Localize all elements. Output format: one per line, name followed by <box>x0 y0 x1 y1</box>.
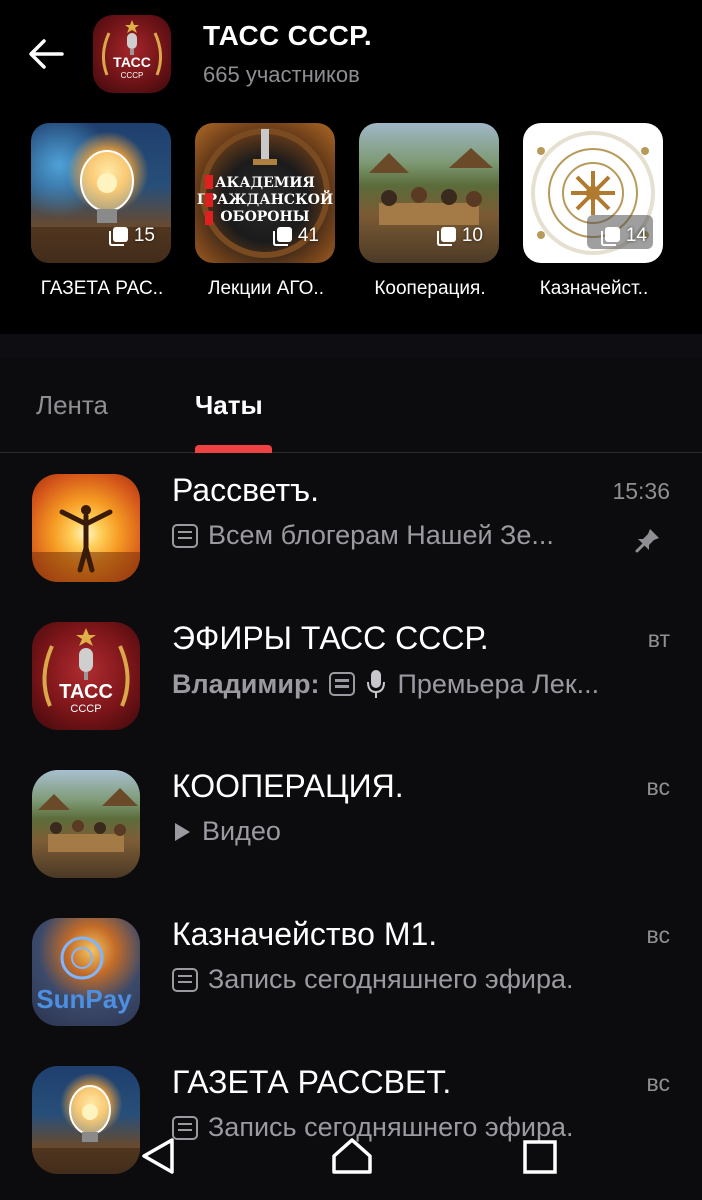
play-icon <box>175 822 190 841</box>
chat-title: Рассветъ. <box>172 472 319 508</box>
svg-text:ОБОРОНЫ: ОБОРОНЫ <box>220 209 309 225</box>
album-label: Лекции АГО.. <box>208 278 324 299</box>
nav-recents-button[interactable] <box>520 1134 560 1183</box>
album-photo-count: 14 <box>600 225 647 247</box>
album-cover: 14 <box>523 123 663 263</box>
chat-avatar: SunPay <box>32 918 140 1026</box>
svg-text:ГРАЖДАНСКОЙ: ГРАЖДАНСКОЙ <box>197 189 333 208</box>
sunrise-figure-icon <box>32 505 140 582</box>
village-scene-icon <box>38 788 138 852</box>
pin-icon <box>635 529 659 553</box>
chat-time: вт <box>647 626 670 652</box>
chat-title: КООПЕРАЦИЯ. <box>172 768 404 804</box>
chat-avatar <box>32 770 140 878</box>
album-lectures[interactable]: АКАДЕМИЯ ГРАЖДАНСКОЙ ОБОРОНЫ 41 Лекции А… <box>195 123 335 300</box>
chat-preview: Всем блогерам Нашей Зе... <box>172 520 642 551</box>
chat-time: вс <box>646 774 670 800</box>
tass-emblem-icon: ТАСС СССР <box>102 20 162 80</box>
sunpay-logo-icon: SunPay <box>36 936 132 1014</box>
album-cover: 10 <box>359 123 499 263</box>
album-label: Кооперация. <box>374 278 486 299</box>
nav-back-button[interactable] <box>138 1134 178 1183</box>
album-label: ГАЗЕТА РАС.. <box>40 278 164 299</box>
member-count[interactable]: 665 участников <box>203 62 360 88</box>
photo-stack-icon <box>108 227 128 246</box>
chat-item[interactable]: ТАСС СССР ЭФИРЫ ТАСС СССР. вт Владимир: … <box>0 602 702 750</box>
chat-time: вс <box>646 922 670 948</box>
message-sender: Владимир: <box>172 668 320 699</box>
chat-avatar <box>32 474 140 582</box>
document-icon <box>329 672 356 696</box>
album-cover: АКАДЕМИЯ ГРАЖДАНСКОЙ ОБОРОНЫ 41 <box>195 123 335 263</box>
chat-item[interactable]: Рассветъ. 15:36 Всем блогерам Нашей Зе..… <box>0 454 702 602</box>
chat-title: ГАЗЕТА РАССВЕТ. <box>172 1064 452 1100</box>
album-treasury[interactable]: 14 Казначейст.. <box>523 123 663 300</box>
document-icon <box>172 967 198 992</box>
chat-avatar: ТАСС СССР <box>32 622 140 730</box>
svg-text:ТАСС: ТАСС <box>59 681 113 703</box>
group-avatar[interactable]: ТАСС СССР <box>93 15 171 93</box>
active-tab-indicator <box>195 445 272 453</box>
triangle-back-icon <box>142 1138 174 1174</box>
chat-preview: Запись сегодняшнего эфира. <box>172 964 642 995</box>
chat-time: вс <box>646 1070 670 1096</box>
tab-feed[interactable]: Лента <box>36 390 108 421</box>
album-photo-count: 10 <box>436 225 483 247</box>
svg-text:SunPay: SunPay <box>36 984 132 1014</box>
square-recents-icon <box>523 1140 557 1174</box>
album-cover: 15 <box>31 123 171 263</box>
chat-preview: Видео <box>172 816 642 847</box>
chat-item[interactable]: КООПЕРАЦИЯ. вс Видео <box>0 750 702 898</box>
nav-home-button[interactable] <box>330 1134 374 1183</box>
svg-text:ТАСС: ТАСС <box>113 54 151 70</box>
album-photo-count: 15 <box>108 225 155 247</box>
tab-bar: Лента Чаты <box>0 358 702 453</box>
svg-text:АКАДЕМИЯ: АКАДЕМИЯ <box>215 175 315 191</box>
back-button[interactable] <box>22 30 70 78</box>
album-label: Казначейст.. <box>539 278 649 299</box>
microphone-icon <box>367 670 386 698</box>
chat-preview: Владимир: Премьера Лек... <box>172 668 600 699</box>
system-navigation-bar <box>0 1118 702 1200</box>
document-icon <box>172 523 198 548</box>
svg-text:СССР: СССР <box>121 71 144 80</box>
album-photo-count: 41 <box>272 225 319 247</box>
chat-title: ЭФИРЫ ТАСС СССР. <box>172 620 489 656</box>
group-header: ТАСС СССР ТАСС СССР. 665 участников 15 Г… <box>0 0 702 334</box>
album-cooperation[interactable]: 10 Кооперация. <box>359 123 499 300</box>
tass-emblem-icon: ТАСС СССР <box>42 628 130 715</box>
svg-text:СССР: СССР <box>70 703 101 715</box>
photo-stack-icon <box>436 227 456 246</box>
section-divider <box>0 334 702 358</box>
arrow-left-icon <box>29 39 64 69</box>
photo-stack-icon <box>272 227 292 246</box>
chat-title: Казначейство М1. <box>172 916 438 952</box>
group-title: ТАСС СССР. <box>203 20 373 51</box>
chat-time: 15:36 <box>612 478 670 504</box>
tab-chats[interactable]: Чаты <box>195 390 263 421</box>
photo-stack-icon <box>600 227 620 246</box>
album-gazeta[interactable]: 15 ГАЗЕТА РАС.. <box>31 123 171 300</box>
home-icon <box>332 1138 372 1174</box>
chat-item[interactable]: SunPay Казначейство М1. вс Запись сегодн… <box>0 898 702 1046</box>
